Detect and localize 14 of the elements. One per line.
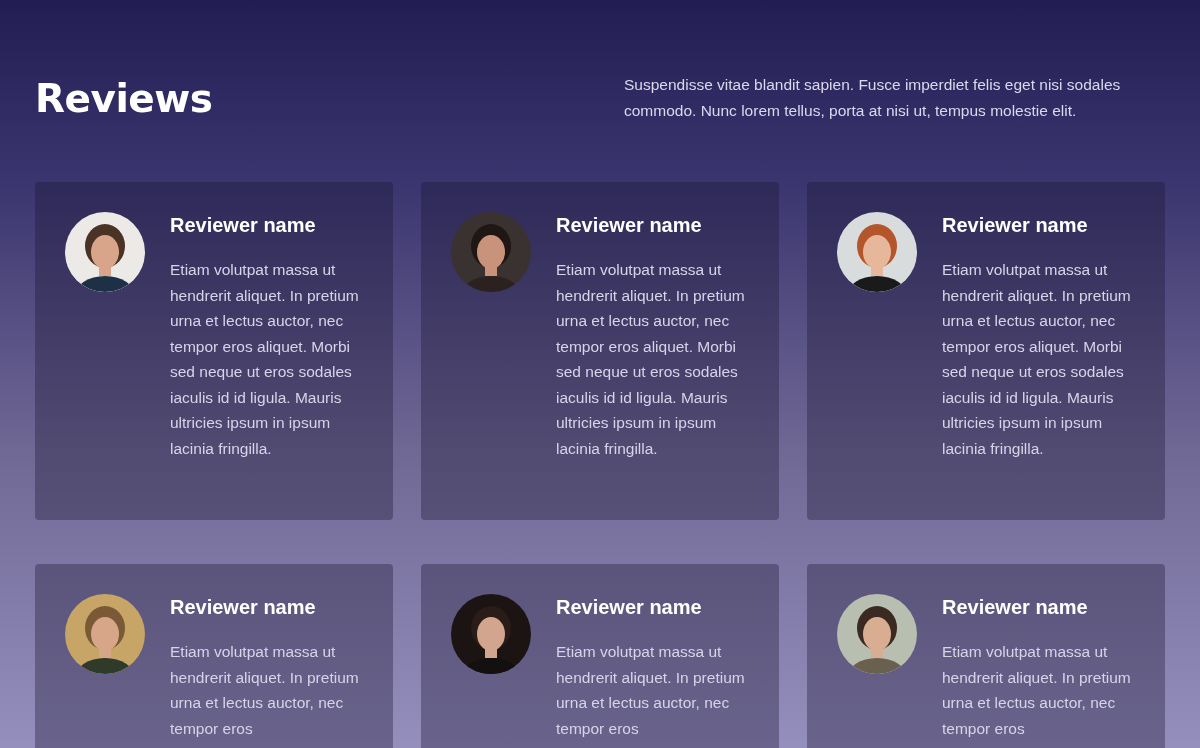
review-text: Etiam volutpat massa ut hendrerit aliquet. In pretium urna et lectus auctor, nec tempor eros [170,642,360,739]
review-text: Etiam volutpat massa ut hendrerit aliquet. In pretium urna et lectus auctor, nec tempor eros aliquet. Morbi sed neque ut eros sodales iaculis id id ligula. Mauris ultricies ipsum in ipsum lacinia fringilla. [170,260,360,459]
reviewer-name: Reviewer name [170,596,317,619]
review-text: Etiam volutpat massa ut hendrerit aliquet. In pretium urna et lectus auctor, nec tempor eros aliquet. Morbi sed neque ut eros sodales iaculis id id ligula. Mauris ultricies ipsum in ipsum lacinia fringilla. [556,260,746,459]
reviewer-name: Reviewer name [170,214,317,237]
page-title: Reviews [35,76,213,121]
reviewer-name: Reviewer name [942,596,1089,619]
reviewer-name: Reviewer name [556,596,703,619]
review-text: Etiam volutpat massa ut hendrerit aliquet. In pretium urna et lectus auctor, nec tempor eros [556,642,746,739]
intro-text: Suspendisse vitae blandit sapien. Fusce imperdiet felis eget nisi sodales commodo. Nunc lorem tellus, porta at nisi ut, tempus molestie elit. [624,75,1122,121]
review-text: Etiam volutpat massa ut hendrerit aliquet. In pretium urna et lectus auctor, nec tempor eros [942,642,1132,739]
reviewer-name: Reviewer name [556,214,703,237]
reviewer-name: Reviewer name [942,214,1089,237]
review-text: Etiam volutpat massa ut hendrerit aliquet. In pretium urna et lectus auctor, nec tempor eros aliquet. Morbi sed neque ut eros sodales iaculis id id ligula. Mauris ultricies ipsum in ipsum lacinia fringilla. [942,260,1132,459]
